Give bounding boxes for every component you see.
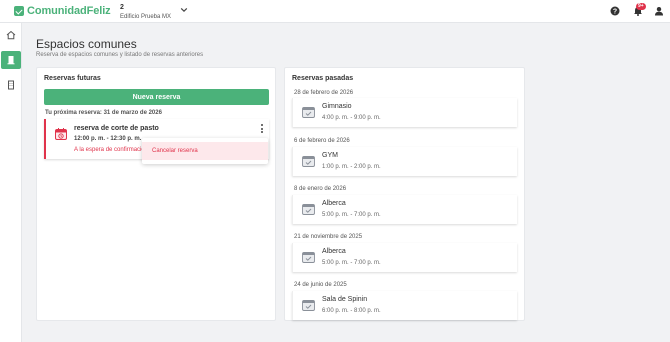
user-icon[interactable] [654,6,664,16]
new-reservation-button[interactable]: Nueva reserva [44,89,269,105]
sidebar-item-building[interactable] [1,76,21,94]
logo-text: ComunidadFeliz [27,5,111,17]
building-icon [8,80,14,90]
notification-badge: 9+ [636,3,646,10]
page-title: Espacios comunes [36,37,137,51]
logo-mark-icon [14,6,24,16]
past-reservation-time: 5:00 p. m. - 7:00 p. m. [322,212,381,218]
sidebar-item-common-areas[interactable] [1,51,21,69]
reservation-options-menu: Cancelar reserva [142,138,268,164]
svg-text:?: ? [613,9,617,16]
next-reservation-label: Tu próxima reserva: 31 de marzo de 2026 [45,110,162,116]
building-number: 2 [120,4,124,11]
past-reservation-name: Sala de Spinin [322,296,368,303]
future-reservation-time: 12:00 p. m. - 12:30 p. m. [74,136,142,142]
cancel-reservation-menu-item[interactable]: Cancelar reserva [142,142,268,160]
future-reservations-card [36,67,276,321]
home-icon [6,30,16,40]
chevron-down-icon[interactable] [180,6,188,14]
calendar-check-icon [302,204,315,215]
building-name: Edificio Prueba MX [120,14,172,20]
past-reservation-date: 24 de junio de 2025 [294,282,347,288]
calendar-check-icon [302,300,315,311]
past-reservation-name: GYM [322,152,338,159]
common-areas-icon [7,56,15,65]
future-reservation-status: A la espera de confirmación [74,147,149,153]
past-reservation-date: 8 de enero de 2026 [294,186,347,192]
past-reservation-date: 28 de febrero de 2026 [294,90,354,96]
calendar-check-icon [302,107,315,118]
past-reservation-item[interactable]: Gimnasio 4:00 p. m. - 9:00 p. m. [292,98,517,127]
app-logo[interactable]: ComunidadFeliz [14,5,111,17]
sidebar-item-home[interactable] [1,26,21,44]
past-reservation-date: 6 de febrero de 2026 [294,138,350,144]
past-reservation-date: 21 de noviembre de 2025 [294,234,363,240]
calendar-pending-icon [55,128,67,140]
past-reservation-time: 4:00 p. m. - 9:00 p. m. [322,115,381,121]
page-subtitle: Reserva de espacios comunes y listado de… [36,52,204,58]
past-reservation-item[interactable]: Alberca 5:00 p. m. - 7:00 p. m. [292,243,517,272]
past-reservation-item[interactable]: Sala de Spinin 6:00 p. m. - 8:00 p. m. [292,291,517,320]
more-options-icon[interactable] [259,124,265,136]
past-reservation-time: 6:00 p. m. - 8:00 p. m. [322,308,381,314]
past-reservation-name: Alberca [322,200,346,207]
past-reservation-item[interactable]: Alberca 5:00 p. m. - 7:00 p. m. [292,195,517,224]
past-reservation-name: Gimnasio [322,103,352,110]
past-reservations-title: Reservas pasadas [292,75,354,82]
past-reservation-name: Alberca [322,248,346,255]
future-reservation-name: reserva de corte de pasto [74,125,159,132]
help-icon[interactable]: ? [610,6,620,16]
top-bar: ComunidadFeliz 2 Edificio Prueba MX ? 9+ [0,0,670,23]
sidebar [0,23,22,342]
past-reservation-time: 1:00 p. m. - 2:00 p. m. [322,164,381,170]
building-selector[interactable]: 2 Edificio Prueba MX [120,3,171,21]
past-reservation-item[interactable]: GYM 1:00 p. m. - 2:00 p. m. [292,147,517,176]
future-reservations-title: Reservas futuras [44,75,101,82]
past-reservation-time: 5:00 p. m. - 7:00 p. m. [322,260,381,266]
calendar-check-icon [302,252,315,263]
calendar-check-icon [302,156,315,167]
